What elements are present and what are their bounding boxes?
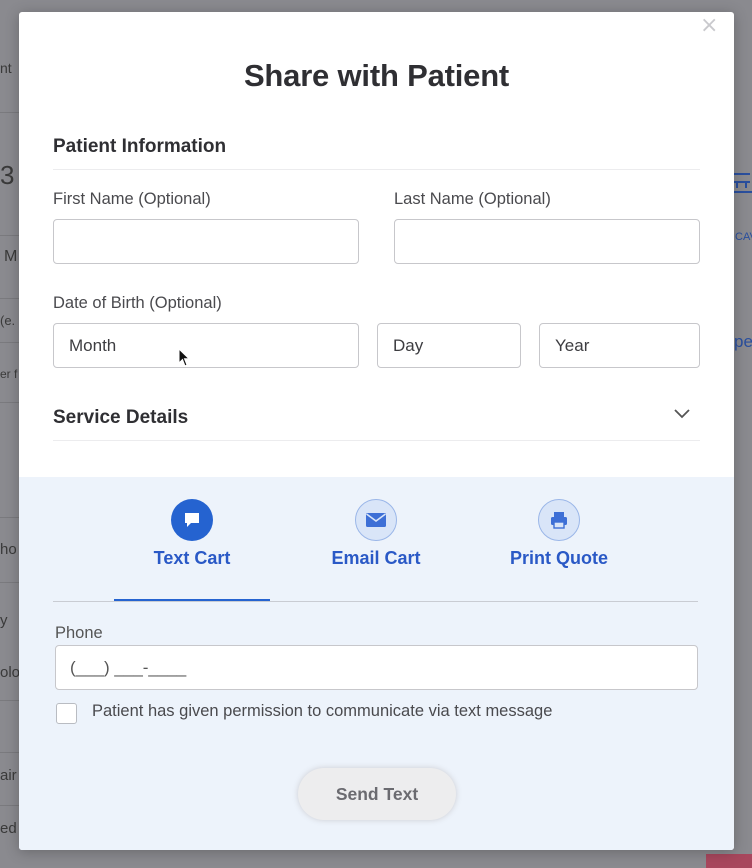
envelope-icon (355, 499, 397, 541)
chevron-down-icon[interactable] (674, 407, 690, 419)
service-details-heading[interactable]: Service Details (53, 407, 188, 429)
bg-accent-block (706, 854, 752, 868)
bg-text: y (0, 612, 8, 629)
phone-label: Phone (55, 624, 103, 642)
text-consent-checkbox[interactable] (56, 703, 77, 724)
tab-print-quote[interactable]: Print Quote (494, 499, 624, 569)
dob-year-input[interactable]: Year (539, 323, 700, 368)
bg-text: olo (0, 664, 21, 681)
share-with-patient-modal: × Share with Patient Patient Information… (19, 12, 734, 850)
bg-text: M (4, 248, 18, 265)
cart-icon (731, 173, 752, 193)
text-consent-label: Patient has given permission to communic… (92, 702, 553, 720)
last-name-input[interactable] (394, 219, 700, 264)
divider (53, 169, 700, 170)
phone-input[interactable]: (___) ___-____ (55, 645, 698, 690)
send-text-button[interactable]: Send Text (298, 768, 456, 820)
modal-title: Share with Patient (243, 58, 510, 93)
mouse-cursor-icon (178, 348, 190, 367)
tab-label: Print Quote (510, 548, 608, 568)
tab-label: Email Cart (331, 548, 421, 568)
dob-month-select[interactable]: Month (53, 323, 359, 368)
date-of-birth-label: Date of Birth (Optional) (53, 294, 222, 312)
bg-text: pe (734, 332, 752, 351)
patient-information-heading: Patient Information (53, 136, 227, 157)
chat-bubble-icon (171, 499, 213, 541)
bg-text: air (0, 767, 17, 784)
divider (53, 440, 700, 441)
dob-day-input[interactable]: Day (377, 323, 521, 368)
bg-text: 3 (0, 160, 15, 190)
first-name-input[interactable] (53, 219, 359, 264)
bg-text: ed (0, 820, 17, 837)
tab-label: Text Cart (153, 548, 231, 568)
last-name-label: Last Name (Optional) (394, 190, 551, 208)
active-tab-indicator (114, 599, 270, 601)
close-button[interactable]: × (700, 15, 718, 37)
share-method-panel: Text Cart Email Cart Print Quote Phone (… (19, 477, 734, 850)
printer-icon (538, 499, 580, 541)
tabs-divider (53, 601, 698, 602)
first-name-label: First Name (Optional) (53, 190, 211, 208)
bg-text: CAV (735, 231, 752, 243)
bg-text: (e. (0, 313, 16, 328)
tab-email-cart[interactable]: Email Cart (316, 499, 436, 569)
bg-text: ho (0, 541, 17, 558)
bg-text: er f (0, 367, 18, 381)
bg-text: nt (0, 60, 12, 76)
tab-text-cart[interactable]: Text Cart (132, 499, 252, 569)
